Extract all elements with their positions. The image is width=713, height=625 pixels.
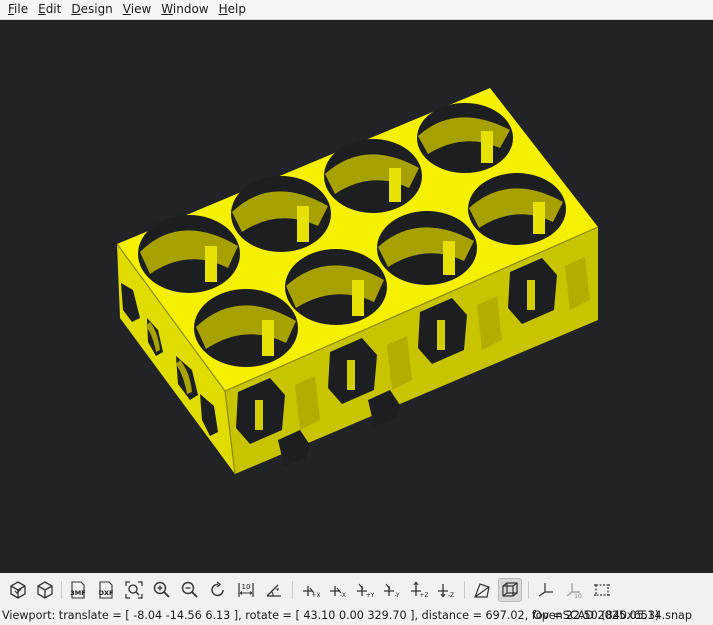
- orthogonal-icon: [502, 582, 518, 597]
- view-plus-y-icon: +Y: [357, 583, 374, 599]
- view-minus-y-icon: -Y: [384, 583, 400, 599]
- zoom-out-icon: [181, 581, 198, 598]
- perspective-icon: [474, 583, 490, 598]
- menu-edit[interactable]: Edit: [33, 0, 66, 19]
- perspective-button[interactable]: [470, 578, 494, 602]
- rendered-model: [116, 88, 599, 475]
- menu-window[interactable]: Window: [156, 0, 213, 19]
- svg-text:3MF: 3MF: [70, 589, 85, 597]
- export-dxf-button[interactable]: DXF: [94, 578, 118, 602]
- view-back-button[interactable]: +Y: [352, 578, 376, 602]
- svg-text:10: 10: [242, 583, 251, 591]
- view-minus-x-icon: -X: [330, 586, 346, 599]
- export-3mf-button[interactable]: 3MF: [66, 578, 90, 602]
- view-top-button[interactable]: +Z: [406, 578, 430, 602]
- svg-text:+Z: +Z: [419, 592, 428, 599]
- scale-markers-icon: 10: [566, 583, 582, 600]
- zoom-out-button[interactable]: [178, 578, 202, 602]
- svg-text:-Z: -Z: [448, 592, 454, 599]
- menu-bar: File Edit Design View Window Help: [0, 0, 713, 20]
- zoom-in-icon: [153, 581, 170, 598]
- preview-cube-icon: [10, 581, 26, 599]
- svg-text:10: 10: [574, 593, 582, 600]
- 3d-viewport[interactable]: [0, 20, 713, 573]
- menu-view[interactable]: View: [118, 0, 156, 19]
- angle-measure-icon: [266, 584, 281, 597]
- measure-icon: 10: [238, 583, 254, 597]
- show-edges-button[interactable]: [590, 578, 614, 602]
- render-preview-button[interactable]: [6, 578, 30, 602]
- svg-text:-X: -X: [340, 592, 346, 599]
- zoom-in-button[interactable]: [150, 578, 174, 602]
- orthogonal-button[interactable]: [498, 578, 522, 602]
- view-front-button[interactable]: -Y: [379, 578, 403, 602]
- view-toolbar: 3MF DXF 10 +X -X +Y -Y +Z -Z 10: [0, 573, 713, 607]
- view-plus-x-icon: +X: [303, 586, 320, 599]
- measure-angle-button[interactable]: [262, 578, 286, 602]
- menu-design[interactable]: Design: [66, 0, 117, 19]
- dxf-file-icon: DXF: [99, 581, 114, 599]
- version-label: OpenSCAD 2025.05.14.snap: [532, 609, 692, 622]
- status-bar: Viewport: translate = [ -8.04 -14.56 6.1…: [0, 607, 713, 625]
- zoom-fit-icon: [125, 581, 143, 599]
- menu-file[interactable]: File: [0, 0, 33, 19]
- render-button[interactable]: [33, 578, 57, 602]
- view-right-button[interactable]: +X: [298, 578, 322, 602]
- 3mf-file-icon: 3MF: [70, 581, 86, 599]
- svg-text:-Y: -Y: [394, 592, 399, 599]
- view-plus-z-icon: +Z: [411, 581, 428, 599]
- view-all-button[interactable]: [122, 578, 146, 602]
- render-cube-icon: [37, 581, 53, 599]
- svg-text:DXF: DXF: [99, 589, 114, 597]
- view-bottom-button[interactable]: -Z: [433, 578, 457, 602]
- edges-icon: [594, 584, 610, 596]
- svg-text:+X: +X: [311, 592, 320, 599]
- reset-rotate-icon: [211, 581, 224, 597]
- menu-help[interactable]: Help: [214, 0, 251, 19]
- view-minus-z-icon: -Z: [438, 584, 454, 599]
- measure-distance-button[interactable]: 10: [234, 578, 258, 602]
- show-axes-button[interactable]: [534, 578, 558, 602]
- show-scale-markers-button[interactable]: 10: [562, 578, 586, 602]
- axes-icon: [538, 583, 553, 597]
- svg-text:+Y: +Y: [366, 592, 374, 599]
- reset-view-button[interactable]: [206, 578, 230, 602]
- view-left-button[interactable]: -X: [325, 578, 349, 602]
